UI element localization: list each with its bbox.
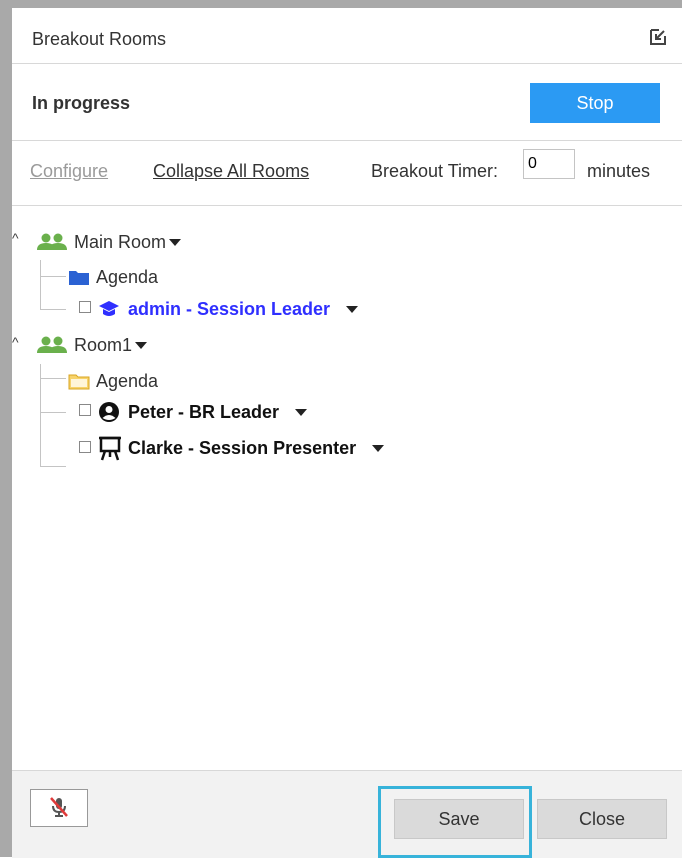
- mute-microphone-button[interactable]: [30, 789, 88, 827]
- window-frame-left: [0, 0, 12, 857]
- tree-line: [40, 412, 66, 413]
- config-row: Configure Collapse All Rooms Breakout Ti…: [12, 141, 682, 206]
- popout-icon[interactable]: [648, 27, 668, 47]
- microphone-muted-icon: [47, 795, 71, 819]
- save-button[interactable]: Save: [394, 799, 524, 839]
- member-checkbox[interactable]: [79, 301, 91, 313]
- agenda-item[interactable]: Agenda: [68, 366, 158, 396]
- tree-line: [40, 276, 66, 277]
- room-name: Room1: [74, 334, 133, 355]
- breakout-timer-label: Breakout Timer:: [371, 161, 499, 181]
- collapse-room-caret[interactable]: ^: [12, 334, 19, 350]
- minutes-label: minutes: [587, 161, 651, 181]
- user-circle-icon: [98, 401, 120, 423]
- folder-open-icon: [68, 372, 90, 390]
- member-menu-dropdown[interactable]: [346, 305, 359, 313]
- tree-line: [40, 364, 41, 467]
- member-row[interactable]: admin - Session Leader: [98, 294, 359, 324]
- collapse-all-rooms-link[interactable]: Collapse All Rooms: [153, 161, 309, 182]
- dialog-footer: Save Close: [12, 770, 682, 858]
- stop-button[interactable]: Stop: [530, 83, 660, 123]
- breakout-rooms-dialog: Breakout Rooms In progress Stop Configur…: [12, 8, 682, 858]
- breakout-timer-input[interactable]: [523, 149, 575, 179]
- tree-line: [40, 260, 41, 310]
- member-menu-dropdown[interactable]: [295, 408, 308, 416]
- status-text: In progress: [32, 93, 131, 113]
- graduation-cap-icon: [98, 299, 120, 319]
- window-frame-top: [0, 0, 682, 8]
- close-button[interactable]: Close: [537, 799, 667, 839]
- tree-line: [40, 466, 66, 467]
- room-menu-dropdown[interactable]: [135, 341, 148, 349]
- dialog-header: Breakout Rooms: [12, 8, 682, 64]
- member-row[interactable]: Clarke - Session Presenter: [98, 433, 385, 463]
- member-row[interactable]: Peter - BR Leader: [98, 397, 308, 427]
- agenda-label: Agenda: [96, 266, 159, 287]
- agenda-item[interactable]: Agenda: [68, 262, 158, 292]
- people-group-icon: [34, 231, 70, 253]
- collapse-room-caret[interactable]: ^: [12, 230, 19, 246]
- member-name: admin - Session Leader: [128, 298, 331, 319]
- room-name: Main Room: [74, 231, 167, 252]
- status-row: In progress Stop: [12, 64, 682, 141]
- dialog-title: Breakout Rooms: [32, 29, 167, 49]
- agenda-label: Agenda: [96, 370, 159, 391]
- room-row-main[interactable]: Main Room: [34, 227, 182, 257]
- presenter-easel-icon: [98, 435, 122, 461]
- member-checkbox[interactable]: [79, 404, 91, 416]
- room-row-room1[interactable]: Room1: [34, 330, 148, 360]
- people-group-icon: [34, 334, 70, 356]
- tree-line: [40, 378, 66, 379]
- member-menu-dropdown[interactable]: [372, 444, 385, 452]
- configure-link[interactable]: Configure: [30, 161, 108, 182]
- tree-line: [40, 309, 66, 310]
- member-name: Peter - BR Leader: [128, 401, 280, 422]
- member-name: Clarke - Session Presenter: [128, 437, 357, 458]
- member-checkbox[interactable]: [79, 441, 91, 453]
- room-menu-dropdown[interactable]: [169, 238, 182, 246]
- folder-icon: [68, 268, 90, 286]
